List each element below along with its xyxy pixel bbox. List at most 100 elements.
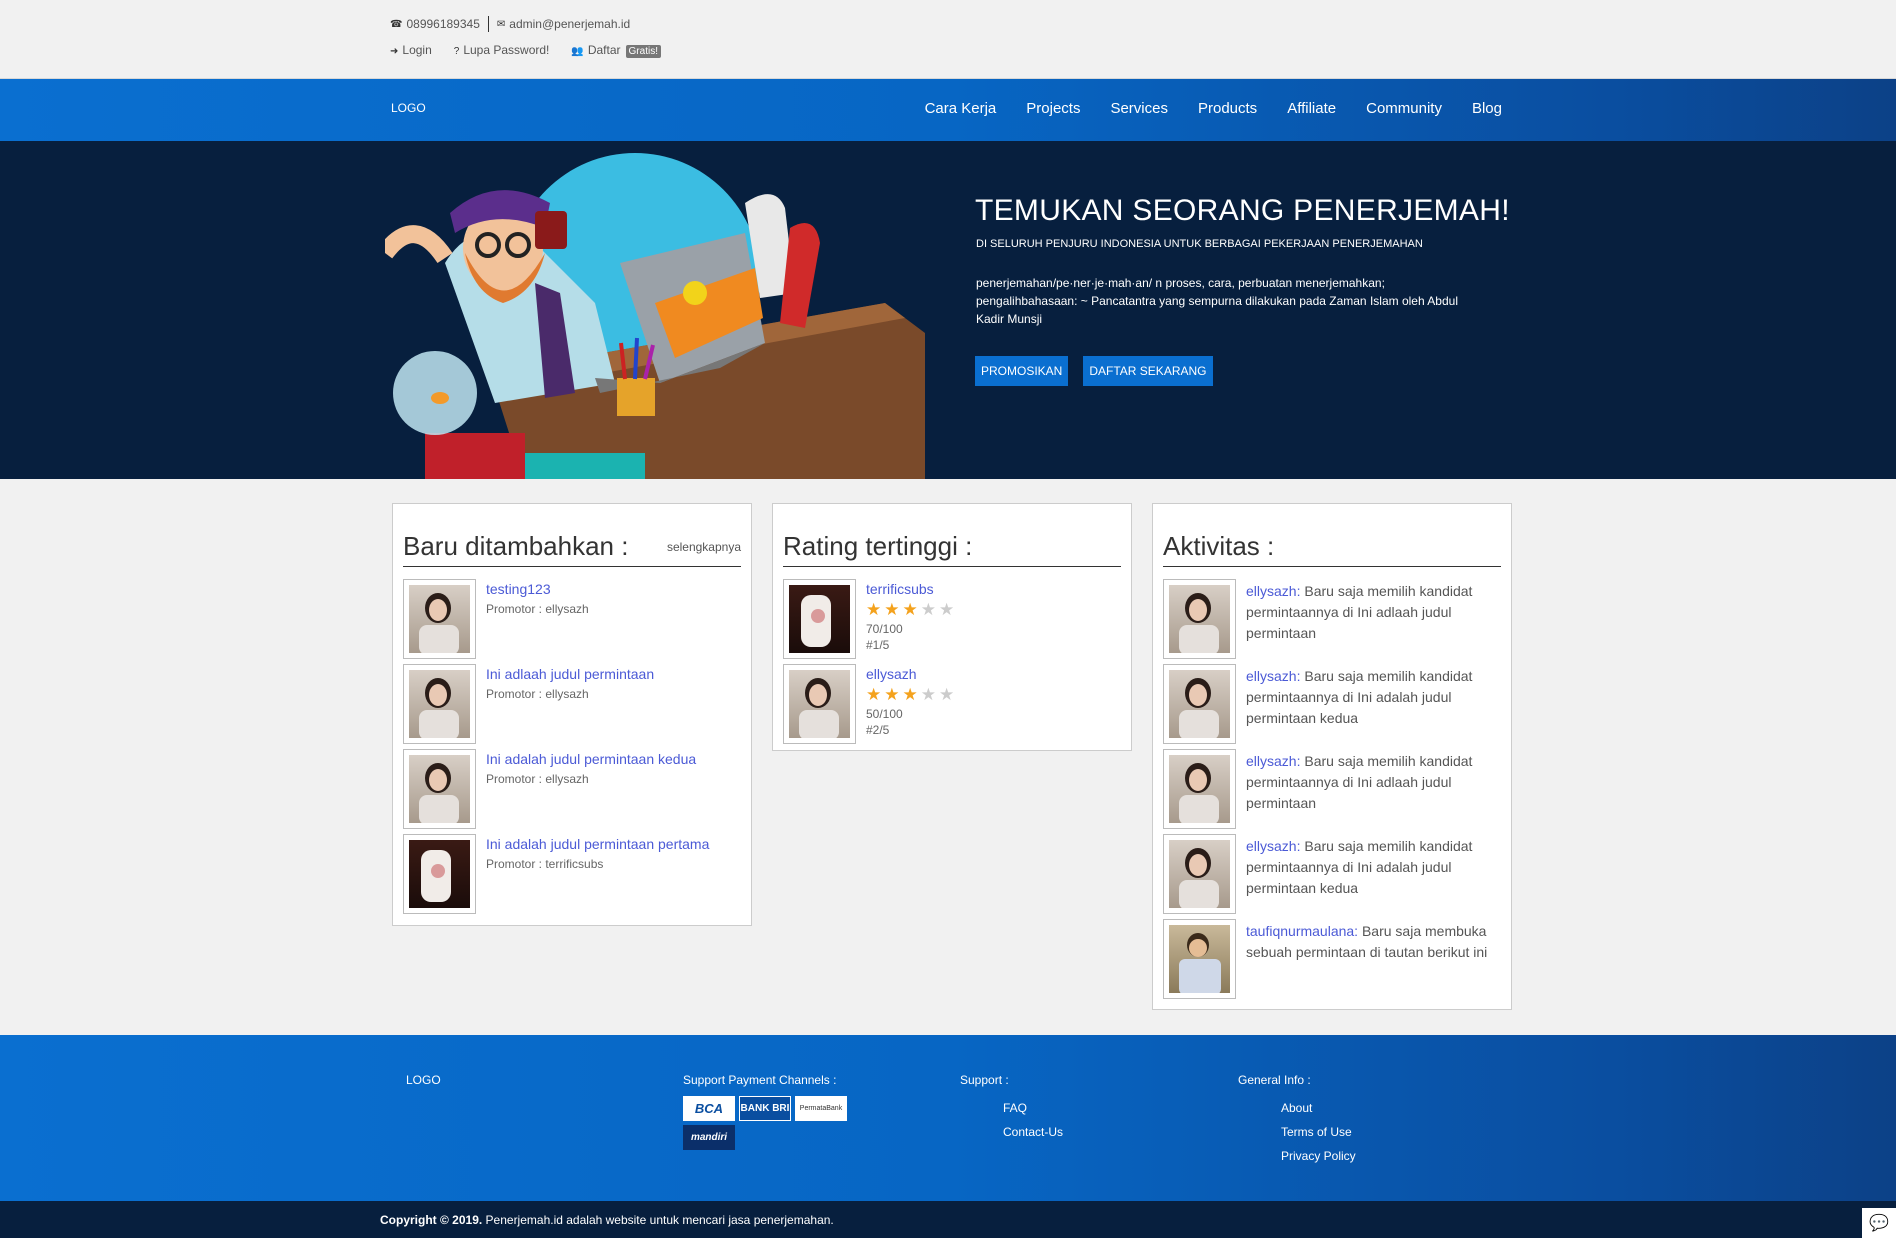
avatar[interactable] <box>1163 919 1236 999</box>
activity-user-link[interactable]: taufiqnurmaulana: <box>1246 923 1358 939</box>
list-item: testing123 Promotor : ellysazh <box>403 579 741 664</box>
rating-header: Rating tertinggi : <box>783 518 1121 567</box>
terms-link[interactable]: Terms of Use <box>1281 1120 1356 1144</box>
avatar[interactable] <box>403 834 476 914</box>
avatar[interactable] <box>783 579 856 659</box>
promoter-label: Promotor : ellysazh <box>486 772 589 786</box>
general-info-title: General Info : <box>1238 1073 1311 1087</box>
list-item: Ini adalah judul permintaan pertama Promo… <box>403 834 741 919</box>
list-item: ellysazh: Baru saja memilih kandidat per… <box>1163 749 1501 834</box>
promoter-label: Promotor : ellysazh <box>486 602 589 616</box>
avatar[interactable] <box>1163 579 1236 659</box>
list-item: ellysazh: Baru saja memilih kandidat per… <box>1163 834 1501 919</box>
contact-link[interactable]: Contact-Us <box>1003 1120 1063 1144</box>
phone-number: 08996189345 <box>406 17 480 31</box>
translator-illustration <box>385 153 925 479</box>
hero-subtitle: DI SELURUH PENJURU INDONESIA UNTUK BERBA… <box>976 238 1423 250</box>
register-link[interactable]: 👥 Daftar Gratis! <box>571 43 661 58</box>
star-icon: ★ <box>939 600 955 619</box>
privacy-link[interactable]: Privacy Policy <box>1281 1144 1356 1168</box>
users-icon: 👥 <box>571 46 584 57</box>
request-title-link[interactable]: testing123 <box>486 581 589 597</box>
avatar[interactable] <box>403 749 476 829</box>
rating-panel: Rating tertinggi : terrificsubs ★ ★ ★ ★ ★ 70… <box>772 503 1132 751</box>
hero-buttons: PROMOSIKAN DAFTAR SEKARANG <box>975 356 1213 386</box>
score-label: 70/100 <box>866 622 903 636</box>
support-column: Support : FAQ Contact-Us <box>960 1073 1063 1144</box>
star-rating: ★ ★ ★ ★ ★ <box>866 601 954 619</box>
request-title-link[interactable]: Ini adlaah judul permintaan <box>486 666 654 682</box>
faq-link[interactable]: FAQ <box>1003 1096 1063 1120</box>
divider <box>487 16 489 32</box>
star-icon: ★ <box>884 685 900 704</box>
list-item: Ini adalah judul permintaan kedua Promoto… <box>403 749 741 834</box>
hero-title: TEMUKAN SEORANG PENERJEMAH! <box>975 194 1510 227</box>
translator-name-link[interactable]: terrificsubs <box>866 581 954 597</box>
list-item: ellysazh: Baru saja memilih kandidat per… <box>1163 664 1501 749</box>
promote-button[interactable]: PROMOSIKAN <box>975 356 1069 386</box>
envelope-icon: ✉ <box>496 18 506 30</box>
list-item: Ini adlaah judul permintaan Promotor : el… <box>403 664 741 749</box>
general-info-column: General Info : About Terms of Use Privac… <box>1238 1073 1356 1168</box>
nav-logo[interactable]: LOGO <box>391 101 426 115</box>
request-title-link[interactable]: Ini adalah judul permintaan kedua <box>486 751 696 767</box>
activity-user-link[interactable]: ellysazh: <box>1246 838 1300 854</box>
register-now-button[interactable]: DAFTAR SEKARANG <box>1083 356 1213 386</box>
activity-title: Aktivitas : <box>1163 531 1275 561</box>
avatar[interactable] <box>1163 834 1236 914</box>
mandiri-logo: mandiri <box>683 1125 735 1150</box>
chat-icon[interactable]: 💬 <box>1862 1208 1896 1238</box>
avatar[interactable] <box>1163 749 1236 829</box>
rank-label: #2/5 <box>866 723 890 737</box>
nav-item-products[interactable]: Products <box>1198 100 1257 117</box>
payment-logos: BCA BANK BRI PermataBank mandiri <box>683 1096 863 1150</box>
activity-header: Aktivitas : <box>1163 518 1501 567</box>
avatar[interactable] <box>1163 664 1236 744</box>
nav-item-services[interactable]: Services <box>1110 100 1168 117</box>
footer: LOGO Support Payment Channels : BCA BANK… <box>0 1035 1896 1201</box>
list-item: ellysazh: Baru saja memilih kandidat per… <box>1163 579 1501 664</box>
email-address: admin@penerjemah.id <box>509 17 631 31</box>
top-bar: ☎ 08996189345 ✉ admin@penerjemah.id ➜ Log… <box>0 0 1896 79</box>
nav-item-blog[interactable]: Blog <box>1472 100 1502 117</box>
activity-user-link[interactable]: ellysazh: <box>1246 753 1300 769</box>
hero-banner: TEMUKAN SEORANG PENERJEMAH! DI SELURUH P… <box>0 141 1896 479</box>
avatar[interactable] <box>403 579 476 659</box>
rank-label: #1/5 <box>866 638 890 652</box>
recent-panel: Baru ditambahkan : selengkapnya testing1… <box>392 503 752 926</box>
list-item: ellysazh ★ ★ ★ ★ ★ 50/100 #2/5 <box>783 664 1121 749</box>
login-link[interactable]: ➜ Login <box>390 43 432 57</box>
nav-item-community[interactable]: Community <box>1366 100 1442 117</box>
nav-menu: Cara Kerja Projects Services Products Af… <box>925 100 1502 117</box>
forgot-password-link[interactable]: ? Lupa Password! <box>454 43 550 57</box>
nav-item-projects[interactable]: Projects <box>1026 100 1080 117</box>
free-badge: Gratis! <box>625 45 661 58</box>
nav-item-affiliate[interactable]: Affiliate <box>1287 100 1336 117</box>
rating-list: terrificsubs ★ ★ ★ ★ ★ 70/100 #1/5 ellysazh … <box>783 579 1121 749</box>
permata-logo: PermataBank <box>795 1096 847 1121</box>
activity-user-link[interactable]: ellysazh: <box>1246 668 1300 684</box>
recent-title: Baru ditambahkan : <box>403 531 629 561</box>
login-icon: ➜ <box>390 46 399 57</box>
star-icon: ★ <box>902 685 918 704</box>
promoter-label: Promotor : terrificsubs <box>486 857 604 871</box>
about-link[interactable]: About <box>1281 1096 1356 1120</box>
star-icon: ★ <box>939 685 955 704</box>
list-item: taufiqnurmaulana: Baru saja membuka sebu… <box>1163 919 1501 1004</box>
translator-name-link[interactable]: ellysazh <box>866 666 954 682</box>
question-icon: ? <box>453 46 460 57</box>
nav-item-cara-kerja[interactable]: Cara Kerja <box>925 100 997 117</box>
footer-logo[interactable]: LOGO <box>406 1073 441 1087</box>
bri-logo: BANK BRI <box>739 1096 791 1121</box>
avatar[interactable] <box>403 664 476 744</box>
account-links: ➜ Login ? Lupa Password! 👥 Daftar Gratis! <box>390 43 661 58</box>
promoter-label: Promotor : ellysazh <box>486 687 589 701</box>
activity-panel: Aktivitas : ellysazh: Baru saja memilih … <box>1152 503 1512 1010</box>
star-icon: ★ <box>884 600 900 619</box>
hero-definition: penerjemahan/pe·ner·je·mah·an/ n proses,… <box>976 276 1458 326</box>
request-title-link[interactable]: Ini adalah judul permintaan pertama <box>486 836 709 852</box>
star-icon: ★ <box>866 600 882 619</box>
activity-user-link[interactable]: ellysazh: <box>1246 583 1300 599</box>
see-more-link[interactable]: selengkapnya <box>667 540 741 554</box>
avatar[interactable] <box>783 664 856 744</box>
